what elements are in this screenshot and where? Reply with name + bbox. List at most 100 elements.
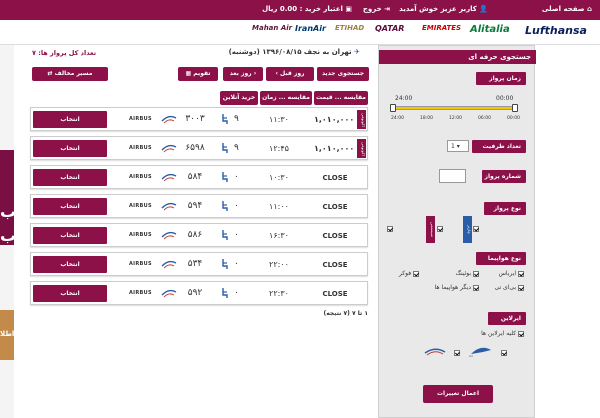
other-aircraft-label: دیگر هواپیما ها [434, 284, 472, 291]
departure-time: ۱۰:۳۰ [269, 173, 289, 182]
all-airlines-option[interactable]: کلیه ایرلاین ها [481, 330, 524, 337]
flight-price: ۱,۰۱۰,۰۰۰ [314, 144, 355, 153]
available-seats: ۰ [234, 230, 239, 240]
charter-checkbox[interactable] [473, 226, 479, 232]
system-checkbox[interactable] [437, 226, 443, 232]
welcome-label: کاربر عزیز خوش آمدید [399, 5, 477, 13]
time-section-header: زمان پرواز [476, 72, 526, 85]
airbus-checkbox[interactable] [518, 270, 524, 277]
departure-time: ۱۱:۳۰ [269, 115, 289, 124]
advanced-search-sidebar: جستجوی حرفه ای زمان پرواز 00:00 24:00 24… [378, 45, 536, 418]
aircraft-other[interactable]: دیگر هواپیما ها [435, 284, 479, 291]
available-seats: ۹ [234, 143, 239, 153]
total-flights: تعداد کل پرواز ها: ۷ [32, 49, 97, 57]
departure-time: ۲۲:۰۰ [269, 260, 289, 269]
aircraft-fokker[interactable]: فوکر [399, 270, 419, 277]
time-slider-handle-min[interactable] [512, 104, 518, 112]
aircraft-type: AIRBUS [129, 145, 152, 151]
route-title-text: تهران به نجف ۱۳۹۶/۰۸/۱۵ (دوشنبه) [228, 48, 352, 56]
aircraft-type: AIRBUS [129, 116, 152, 122]
aircraft-type: AIRBUS [129, 261, 152, 267]
all-airlines-checkbox[interactable] [518, 330, 524, 337]
seat-icon [222, 230, 228, 240]
aircraft-bae[interactable]: بی‌ای تی [494, 284, 524, 291]
chevron-down-icon: ▾ [456, 143, 460, 150]
new-search-label: جستجوی جدید [321, 70, 365, 77]
time-slider-handle-max[interactable] [390, 104, 396, 112]
top-bar: ⌂ صفحه اصلی 👤 کاربر عزیز خوش آمدید ⇥ خرو… [0, 0, 600, 20]
return-route-button[interactable]: ⇄ مسیر مخالف [32, 67, 108, 81]
flight-number: ۵۹۴ [187, 201, 203, 211]
select-flight-button[interactable]: انتخاب [33, 227, 107, 244]
flight-number: ۵۸۶ [187, 230, 203, 240]
airline-2-checkbox[interactable] [454, 350, 460, 356]
logout-label: خروج [362, 5, 382, 13]
flight-price: ۱,۰۱۰,۰۰۰ [314, 115, 355, 124]
departure-time: ۲۲:۳۰ [269, 289, 289, 298]
etihad-logo: ETIHAD [335, 24, 365, 32]
lufthansa-logo: Lufthansa [525, 24, 587, 37]
departure-time: ۱۶:۳۰ [269, 231, 289, 240]
select-flight-button[interactable]: انتخاب [33, 140, 107, 157]
aircraft-boeing[interactable]: بوئینگ [456, 270, 479, 277]
sidebar-title: جستجوی حرفه ای [379, 50, 536, 64]
airbus-label: ایرباس [498, 270, 517, 277]
banner-glyph-1: ب [0, 202, 17, 221]
select-flight-button[interactable]: انتخاب [33, 198, 107, 215]
select-flight-button[interactable]: انتخاب [33, 111, 107, 128]
select-flight-button[interactable]: انتخاب [33, 169, 107, 186]
calendar-label: تقویم [193, 70, 211, 77]
airline-logo-icon [161, 260, 177, 269]
available-seats: ۰ [234, 172, 239, 182]
flight-number-label: شماره پرواز [482, 170, 526, 183]
fokker-checkbox[interactable] [413, 270, 419, 277]
iranair-logo: IranAir [295, 24, 326, 33]
new-search-button[interactable]: جستجوی جدید [317, 67, 369, 81]
aircraft-airbus[interactable]: ایرباس [499, 270, 524, 277]
status-closed: CLOSE [322, 232, 348, 240]
class-tag: اکونومی [357, 139, 366, 158]
other-aircraft-checkbox[interactable] [473, 284, 479, 291]
home-label: صفحه اصلی [541, 5, 585, 13]
bae-label: بی‌ای تی [494, 284, 517, 291]
alitalia-logo: Alitalia [470, 24, 510, 35]
left-banner-ad[interactable]: ب ب [0, 150, 17, 245]
welcome-text: 👤 کاربر عزیز خوش آمدید [399, 5, 488, 13]
time-slider-track[interactable] [394, 106, 514, 110]
calendar-button[interactable]: ▦ تقویم [178, 67, 218, 81]
pagination-text: ۱ تا ۷ (۷ نتیجه) [323, 310, 369, 317]
time-tick-label: 24:00 [391, 116, 404, 121]
boeing-checkbox[interactable] [473, 270, 479, 277]
online-column-header[interactable]: خرید آنلاین [220, 91, 258, 105]
flight-type-system-badge: سیستمی [426, 216, 435, 243]
select-flight-button[interactable]: انتخاب [33, 256, 107, 273]
prev-day-label: روز قبل [280, 70, 305, 77]
seat-icon [222, 259, 228, 269]
time-column-header[interactable]: مقایسه ... زمان [260, 91, 312, 105]
capacity-select[interactable]: 1 ▾ [447, 140, 469, 152]
flight-row: انتخاب AIRBUS ۵۳۴ ۰ ۲۲:۰۰ CLOSE [30, 252, 368, 276]
apply-changes-button[interactable]: اعمال تغییرات [423, 385, 493, 403]
flight-row: انتخاب AIRBUS ۵۹۴ ۰ ۱۱:۰۰ CLOSE [30, 194, 368, 218]
flight-row: انتخاب AIRBUS ۳۰۰۳ ۹ ۱۱:۳۰ ۱,۰۱۰,۰۰۰ اکونومی [30, 107, 368, 131]
fokker-label: فوکر [398, 270, 412, 277]
flight-type-section-header: نوع پرواز [484, 202, 526, 215]
home-link[interactable]: ⌂ صفحه اصلی [542, 5, 592, 13]
flight-number-input[interactable] [439, 169, 466, 183]
airline-1-checkbox[interactable] [501, 350, 507, 356]
capacity-value: 1 [451, 143, 455, 150]
logout-link[interactable]: ⇥ خروج [363, 5, 390, 13]
aircraft-type: AIRBUS [129, 203, 152, 209]
seat-icon [222, 143, 228, 153]
prev-day-button[interactable]: ‹ روز قبل [266, 67, 314, 81]
airline-logo-icon [161, 202, 177, 211]
qatar-logo: QATAR [375, 24, 405, 33]
price-column-header[interactable]: مقایسه ... قیمت [314, 91, 368, 105]
class-tag: اکونومی [357, 110, 366, 129]
flight-number: ۶۵۹۸ [185, 143, 205, 153]
extra-type-checkbox[interactable] [387, 226, 393, 232]
select-flight-button[interactable]: انتخاب [33, 285, 107, 302]
next-day-button[interactable]: روز بعد › [223, 67, 263, 81]
bae-checkbox[interactable] [518, 284, 524, 291]
airline-logos-bar: Lufthansa Alitalia EMIRATES QATAR ETIHAD… [0, 20, 600, 45]
